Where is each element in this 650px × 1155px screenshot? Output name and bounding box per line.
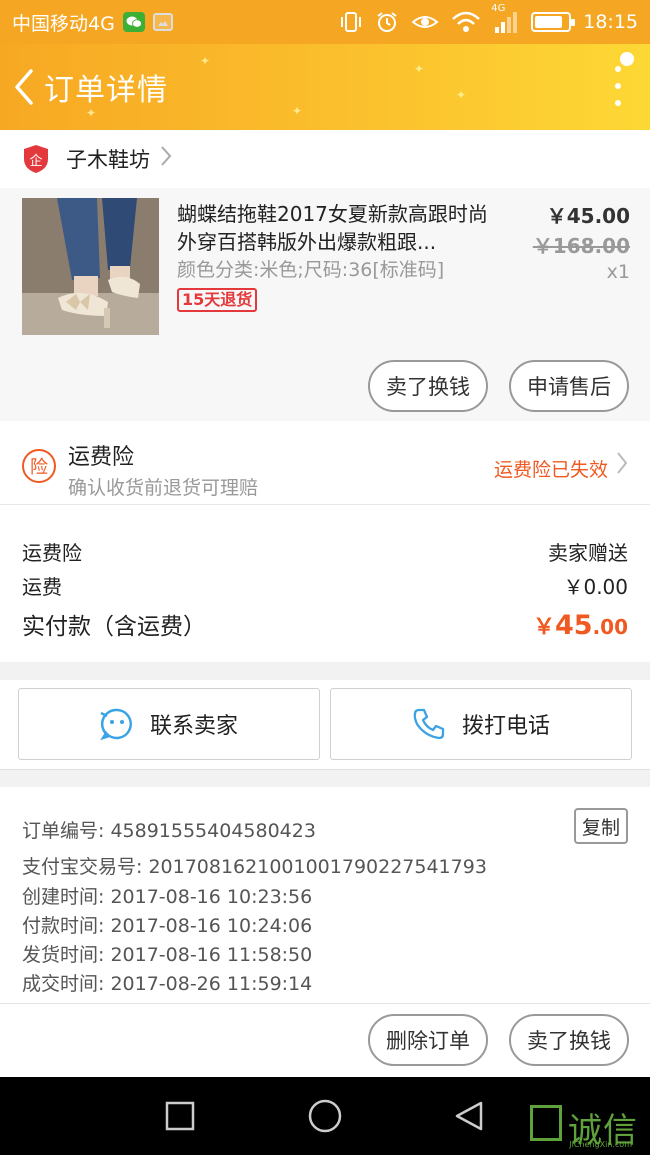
- vibrate-icon: [339, 11, 363, 33]
- notification-dot: [620, 52, 634, 66]
- network-type-label: 4G: [491, 3, 506, 14]
- watermark-logo: 诚信 JiChengXin.com: [530, 1091, 642, 1151]
- completed-time: 成交时间: 2017-08-26 11:59:14: [22, 973, 313, 995]
- total-paid-value: ￥45.00: [533, 609, 628, 641]
- eye-icon: [411, 12, 439, 32]
- circle-icon: [308, 1099, 342, 1133]
- apply-aftersale-button[interactable]: 申请售后: [509, 360, 629, 412]
- total-paid-row: 实付款（含运费） ￥45.00: [22, 607, 628, 641]
- shipping-fee-value: ￥0.00: [563, 575, 628, 599]
- carrier-label: 中国移动4G: [12, 12, 115, 35]
- product-item[interactable]: 蝴蝶结拖鞋2017女夏新款高跟时尚外穿百搭韩版外出爆款粗跟... 颜色分类:米色…: [0, 188, 650, 421]
- product-title[interactable]: 蝴蝶结拖鞋2017女夏新款高跟时尚外穿百搭韩版外出爆款粗跟...: [177, 200, 497, 256]
- created-time: 创建时间: 2017-08-16 10:23:56: [22, 886, 313, 908]
- back-nav-button[interactable]: [454, 1101, 484, 1131]
- total-paid-label: 实付款（含运费）: [22, 614, 206, 640]
- contact-seller-button[interactable]: 联系卖家: [18, 688, 320, 760]
- alipay-transaction-number: 支付宝交易号: 2017081621001001790227541793: [22, 856, 487, 878]
- paid-time: 付款时间: 2017-08-16 10:24:06: [22, 915, 313, 937]
- insurance-fee-row: 运费险 卖家赠送: [22, 537, 628, 566]
- sell-for-cash-bottom-button[interactable]: 卖了换钱: [509, 1014, 629, 1066]
- system-navigation-bar: 诚信 JiChengXin.com: [0, 1077, 650, 1155]
- contact-bar: 联系卖家 拨打电话: [0, 680, 650, 770]
- order-info: 订单编号: 45891555404580423 复制 支付宝交易号: 20170…: [0, 787, 650, 1004]
- back-button[interactable]: [4, 44, 44, 130]
- battery-icon: [531, 12, 576, 32]
- alarm-icon: [375, 10, 399, 34]
- insurance-icon: 险: [22, 449, 56, 483]
- chevron-right-icon: [616, 451, 628, 481]
- chevron-left-icon: [15, 69, 33, 105]
- insurance-title: 运费险: [68, 445, 135, 470]
- phone-icon: [413, 708, 445, 740]
- wechat-notification-icon: [122, 12, 145, 32]
- sparkle-decoration: ✦: [292, 104, 303, 118]
- triangle-back-icon: [455, 1101, 483, 1131]
- clock-label: 18:15: [583, 11, 638, 33]
- sparkle-decoration: ✦: [414, 62, 425, 76]
- image-notification-icon: [152, 13, 173, 31]
- enterprise-shop-icon: 企: [22, 144, 50, 174]
- total-decimal: .00: [592, 615, 628, 639]
- order-number: 订单编号: 45891555404580423: [22, 820, 316, 842]
- copy-order-number-button[interactable]: 复制: [574, 808, 628, 844]
- product-original-price: ￥168.00: [532, 234, 630, 258]
- call-phone-button[interactable]: 拨打电话: [330, 688, 632, 760]
- insurance-subtitle: 确认收货前退货可理赔: [68, 477, 259, 499]
- sparkle-decoration: ✦: [456, 88, 467, 102]
- chevron-right-icon: [160, 145, 172, 173]
- page-title: 订单详情: [44, 73, 168, 108]
- home-button[interactable]: [308, 1099, 342, 1133]
- shipped-time: 发货时间: 2017-08-16 11:58:50: [22, 944, 313, 966]
- total-integer: 45: [554, 610, 593, 641]
- shop-name: 子木鞋坊: [66, 148, 150, 172]
- more-dot-icon: [615, 83, 621, 89]
- more-menu-button[interactable]: [612, 66, 624, 106]
- recent-apps-button[interactable]: [165, 1101, 195, 1131]
- shipping-fee-label: 运费: [22, 575, 62, 599]
- call-phone-label: 拨打电话: [461, 714, 550, 739]
- chat-bubble-icon: [100, 708, 132, 741]
- insurance-fee-label: 运费险: [22, 541, 82, 565]
- product-quantity: x1: [606, 261, 630, 283]
- insurance-status: 运费险已失效: [493, 459, 608, 481]
- contact-seller-label: 联系卖家: [149, 714, 238, 739]
- return-policy-badge: 15天退货: [177, 288, 258, 312]
- app-header: ✦ ✦ ✦ ✦ ✦ 订单详情: [0, 44, 650, 130]
- total-currency: ￥: [532, 615, 555, 640]
- insurance-fee-value: 卖家赠送: [548, 541, 628, 565]
- order-actions-bar: 删除订单 卖了换钱: [0, 1004, 650, 1077]
- shipping-fee-row: 运费 ￥0.00: [22, 571, 628, 600]
- sparkle-decoration: ✦: [86, 106, 97, 120]
- shipping-insurance-row[interactable]: 险 运费险 确认收货前退货可理赔 运费险已失效: [0, 421, 650, 505]
- product-thumbnail[interactable]: [22, 198, 159, 335]
- wifi-icon: [451, 11, 481, 33]
- watermark-subtext: JiChengXin.com: [569, 1140, 632, 1149]
- delete-order-button[interactable]: 删除订单: [368, 1014, 488, 1066]
- product-spec: 颜色分类:米色;尺码:36[标准码]: [177, 259, 445, 281]
- more-dot-icon: [615, 100, 621, 106]
- square-icon: [165, 1101, 195, 1131]
- shop-badge-text: 企: [29, 153, 42, 169]
- product-price: ￥45.00: [546, 204, 630, 228]
- watermark-box-icon: [530, 1105, 562, 1141]
- sparkle-decoration: ✦: [200, 54, 211, 68]
- fee-summary: 运费险 卖家赠送 运费 ￥0.00 实付款（含运费） ￥45.00: [0, 505, 650, 662]
- signal-icon: 4G: [491, 3, 519, 33]
- status-bar: 中国移动4G 4G 18:15: [0, 0, 650, 44]
- sell-for-cash-button[interactable]: 卖了换钱: [368, 360, 488, 412]
- more-dot-icon: [615, 66, 621, 72]
- shop-row[interactable]: 企 子木鞋坊: [0, 130, 650, 188]
